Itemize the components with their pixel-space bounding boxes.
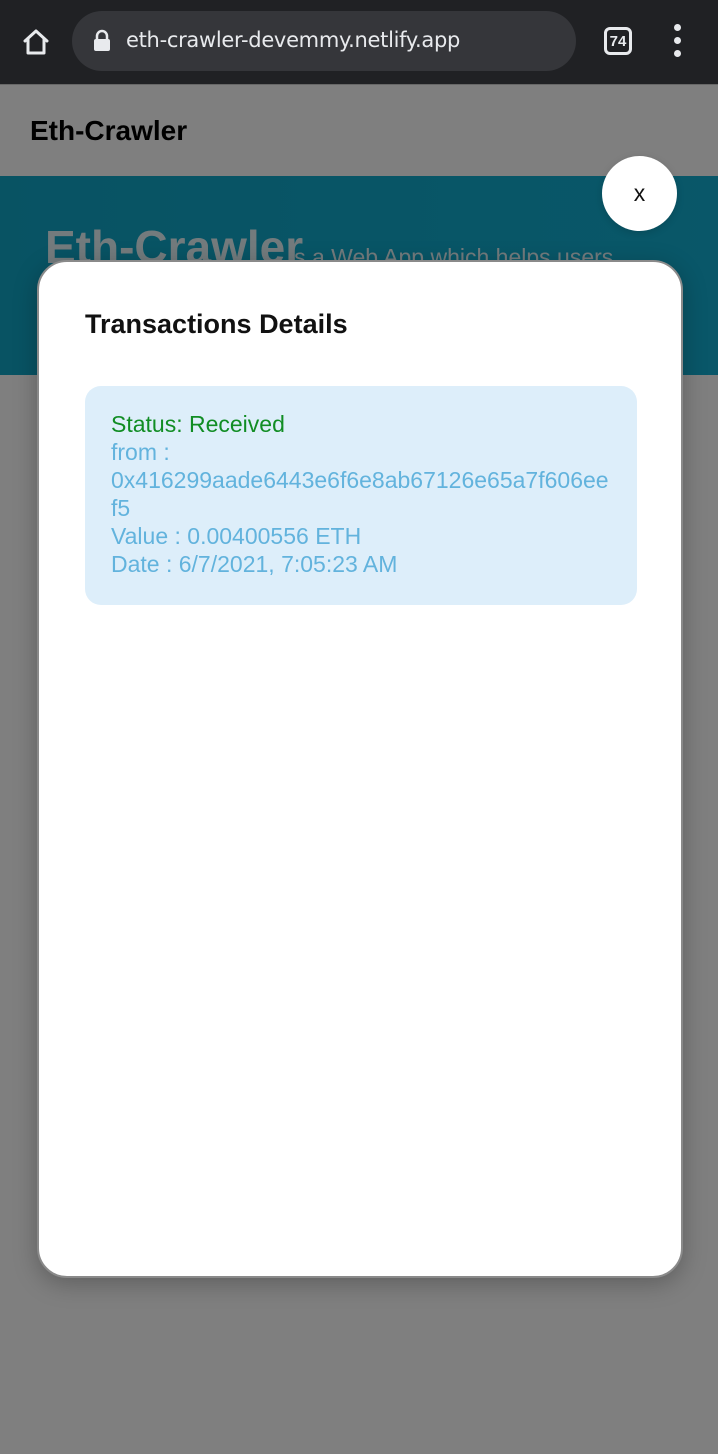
transaction-from-label: from : <box>111 439 170 465</box>
close-button[interactable]: x <box>602 156 677 231</box>
tab-switcher-button[interactable]: 74 <box>604 27 632 55</box>
lock-icon <box>92 29 112 53</box>
browser-toolbar: eth-crawler-devemmy.netlify.app 74 <box>0 0 718 84</box>
address-bar[interactable]: eth-crawler-devemmy.netlify.app <box>72 11 576 71</box>
url-text: eth-crawler-devemmy.netlify.app <box>126 28 461 52</box>
transaction-value: Value : 0.00400556 ETH <box>111 523 362 549</box>
transaction-from-address: 0x416299aade6443e6f6e8ab67126e65a7f606ee… <box>111 467 609 521</box>
transaction-date: Date : 6/7/2021, 7:05:23 AM <box>111 551 398 577</box>
home-icon[interactable] <box>16 22 56 62</box>
transaction-details-modal: Transactions Details Status: Received fr… <box>37 260 683 1278</box>
transaction-status: Status: Received <box>111 411 285 437</box>
transaction-card: Status: Received from : 0x416299aade6443… <box>85 386 637 605</box>
more-vert-icon[interactable] <box>666 24 690 58</box>
modal-title: Transactions Details <box>85 309 348 339</box>
